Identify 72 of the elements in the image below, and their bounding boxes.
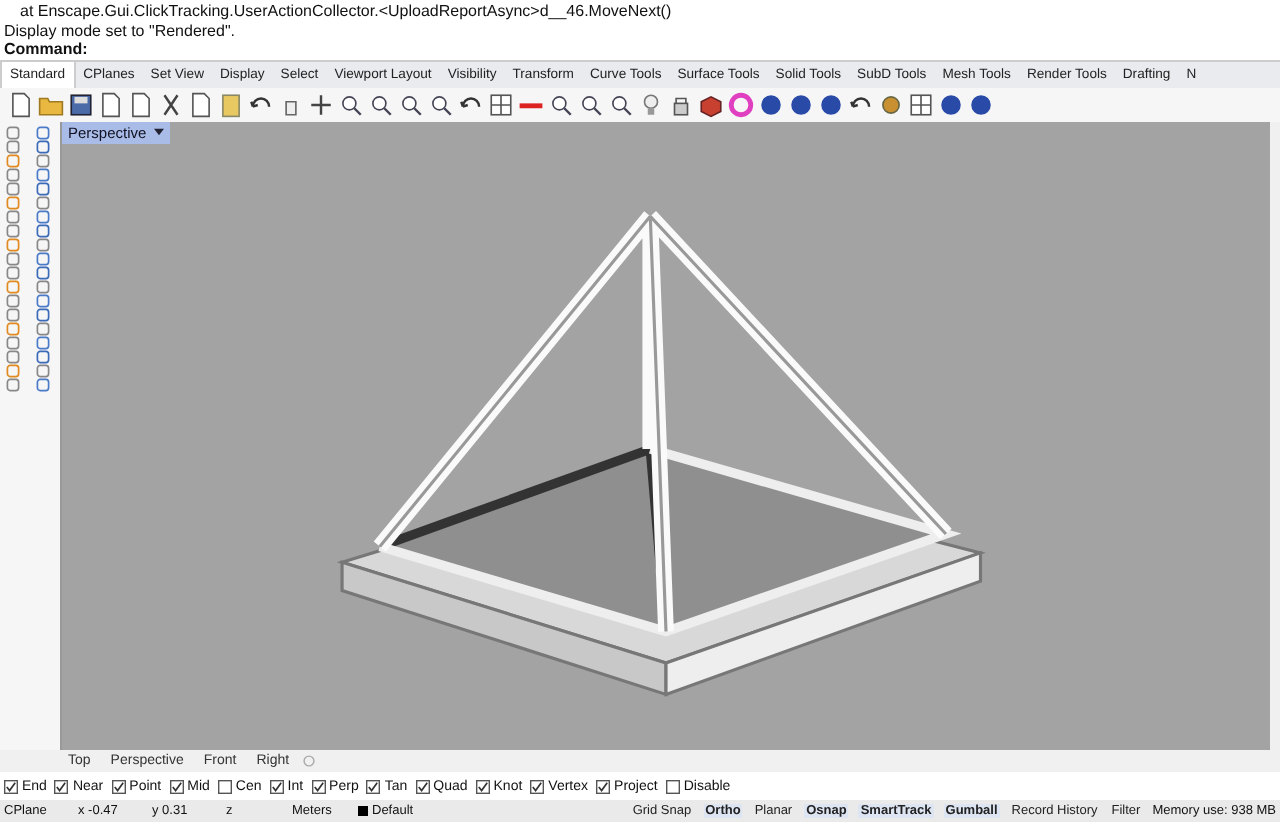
- tool-icon[interactable]: [2, 293, 24, 307]
- tool-icon[interactable]: [32, 377, 54, 391]
- magnifier-icon[interactable]: [398, 91, 424, 117]
- checkbox[interactable]: [415, 779, 430, 793]
- checkbox[interactable]: [4, 779, 18, 793]
- tool-icon[interactable]: [2, 251, 24, 265]
- tool-icon[interactable]: [32, 167, 54, 181]
- magnifier-icon[interactable]: [578, 91, 604, 117]
- magnifier-icon[interactable]: [428, 91, 454, 117]
- console-line: at Enscape.Gui.ClickTracking.UserActionCollector.<UploadReportAsync>d__46.MoveNext(): [18, 2, 674, 21]
- tool-icon[interactable]: [2, 265, 24, 279]
- tool-icon[interactable]: [32, 293, 54, 307]
- checkbox[interactable]: [530, 779, 545, 793]
- checkbox[interactable]: [269, 779, 284, 793]
- tool-icon[interactable]: [32, 153, 54, 167]
- magnifier-icon[interactable]: [608, 91, 634, 117]
- tool-icon[interactable]: [2, 349, 24, 363]
- tool-icon[interactable]: [32, 251, 54, 265]
- checkbox[interactable]: [665, 779, 680, 793]
- checkbox[interactable]: [54, 779, 69, 793]
- tool-icon[interactable]: [32, 265, 54, 279]
- checkbox[interactable]: [311, 779, 326, 793]
- tool-icon[interactable]: [32, 209, 54, 223]
- tool-icon[interactable]: [2, 307, 24, 321]
- checkbox[interactable]: [475, 779, 490, 793]
- checkbox[interactable]: [169, 779, 184, 793]
- tool-icon[interactable]: [2, 167, 24, 181]
- checkbox[interactable]: [217, 779, 232, 793]
- sphere-icon[interactable]: [758, 91, 784, 117]
- document-icon[interactable]: [8, 91, 34, 117]
- sphere-icon[interactable]: [818, 91, 844, 117]
- tool-icon[interactable]: [32, 363, 54, 377]
- layer-swatch: [358, 806, 368, 816]
- tool-icon[interactable]: [32, 335, 54, 349]
- checkbox[interactable]: [111, 779, 126, 793]
- tool-icon[interactable]: [32, 181, 54, 195]
- tool-icon[interactable]: [32, 195, 54, 209]
- tool-icon[interactable]: [32, 307, 54, 321]
- scissors-icon[interactable]: [158, 91, 184, 117]
- document-icon[interactable]: [128, 91, 154, 117]
- crosshair-icon[interactable]: [308, 91, 334, 117]
- bulb-icon[interactable]: [638, 91, 664, 117]
- document-icon[interactable]: [188, 91, 214, 117]
- tool-icon[interactable]: [32, 125, 54, 139]
- console-line: Display mode set to "Rendered".: [4, 21, 238, 40]
- document-icon[interactable]: [98, 91, 124, 117]
- tool-icon[interactable]: [32, 139, 54, 153]
- tool-icon[interactable]: [32, 349, 54, 363]
- tool-icon[interactable]: [2, 125, 24, 139]
- sphere-icon[interactable]: [968, 91, 994, 117]
- tool-icon[interactable]: [2, 335, 24, 349]
- tool-icon[interactable]: [2, 139, 24, 153]
- grid-icon[interactable]: [908, 91, 934, 117]
- tool-icon[interactable]: [32, 237, 54, 251]
- magnifier-icon[interactable]: [548, 91, 574, 117]
- tool-icon[interactable]: [32, 279, 54, 293]
- tool-icon[interactable]: [32, 223, 54, 237]
- clipboard-icon[interactable]: [218, 91, 244, 117]
- sphere-icon[interactable]: [788, 91, 814, 117]
- tool-icon[interactable]: [2, 181, 24, 195]
- tool-icon[interactable]: [32, 321, 54, 335]
- magnifier-icon[interactable]: [368, 91, 394, 117]
- magnifier-icon[interactable]: [338, 91, 364, 117]
- checkbox[interactable]: [596, 779, 611, 793]
- color-wheel-icon[interactable]: [728, 91, 754, 117]
- tool-icon[interactable]: [2, 209, 24, 223]
- sphere-icon[interactable]: [938, 91, 964, 117]
- grid-icon[interactable]: [488, 91, 514, 117]
- caret-icon: [154, 128, 165, 136]
- checkbox[interactable]: [366, 779, 381, 793]
- tool-icon[interactable]: [2, 223, 24, 237]
- tool-icon[interactable]: [2, 377, 24, 391]
